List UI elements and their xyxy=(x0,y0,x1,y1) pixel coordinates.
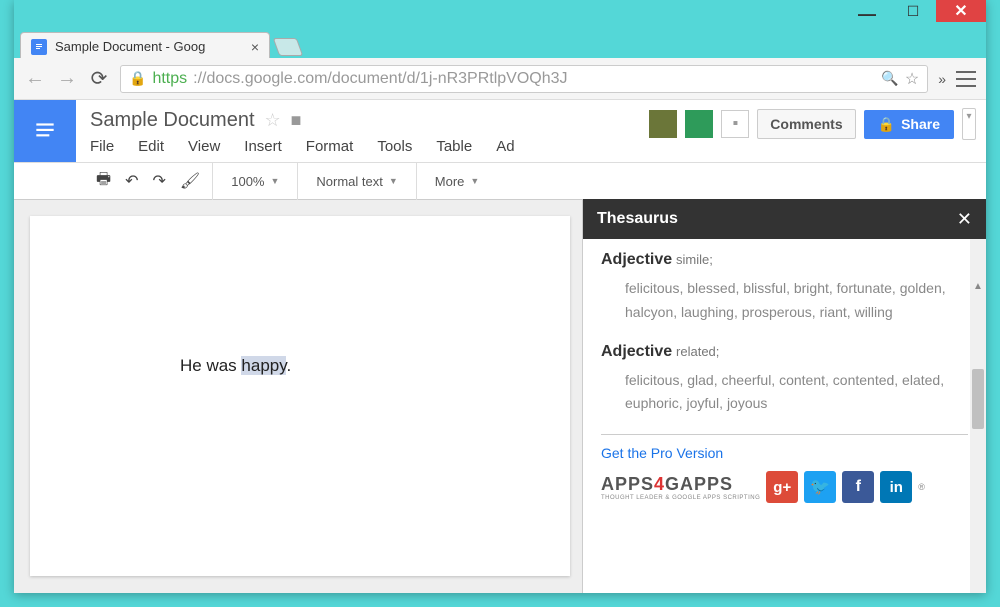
new-tab-button[interactable] xyxy=(273,38,304,56)
lock-share-icon: 🔒 xyxy=(878,116,895,133)
address-bar: ← → ⟳ 🔒 https ://docs.google.com/document… xyxy=(14,58,986,100)
sidebar-close-icon[interactable]: ✕ xyxy=(957,209,972,230)
menu-table[interactable]: Table xyxy=(436,138,472,155)
tab-title: Sample Document - Goog xyxy=(55,39,243,54)
menu-addons[interactable]: Ad xyxy=(496,138,514,155)
menu-format[interactable]: Format xyxy=(306,138,354,155)
forward-button[interactable]: → xyxy=(56,67,78,90)
more-label: More xyxy=(435,174,465,189)
menu-tools[interactable]: Tools xyxy=(377,138,412,155)
google-plus-icon[interactable]: g+ xyxy=(766,471,798,503)
facebook-icon[interactable]: f xyxy=(842,471,874,503)
menu-edit[interactable]: Edit xyxy=(138,138,164,155)
chrome-menu-button[interactable] xyxy=(956,71,976,87)
document-text-highlighted: happy xyxy=(241,356,286,375)
zoom-value: 100% xyxy=(231,174,264,189)
window-minimize-button[interactable]: — xyxy=(844,0,890,22)
menu-file[interactable]: File xyxy=(90,138,114,155)
sidebar-title: Thesaurus xyxy=(597,210,678,228)
url-protocol: https xyxy=(152,70,187,88)
paint-format-icon[interactable]: 🖌 xyxy=(180,171,200,191)
window-titlebar: — ☐ ✕ xyxy=(14,0,986,30)
scroll-up-arrow-icon[interactable]: ▲ xyxy=(973,281,983,291)
lock-icon: 🔒 xyxy=(129,70,146,87)
paragraph-style-selector[interactable]: Normal text▼ xyxy=(310,174,403,189)
thesaurus-entry: Adjective related; felicitous, glad, che… xyxy=(601,343,968,417)
back-button[interactable]: ← xyxy=(24,67,46,90)
browser-tab[interactable]: Sample Document - Goog × xyxy=(20,32,270,60)
more-toolbar-button[interactable]: More▼ xyxy=(429,174,486,189)
window-maximize-button[interactable]: ☐ xyxy=(890,0,936,22)
trademark-symbol: ® xyxy=(918,482,925,492)
url-input[interactable]: 🔒 https ://docs.google.com/document/d/1j-… xyxy=(120,65,928,93)
search-icon[interactable]: 🔍 xyxy=(881,70,898,87)
tab-strip: Sample Document - Goog × xyxy=(14,30,986,60)
docs-favicon xyxy=(31,39,47,55)
share-dropdown[interactable]: ▾ xyxy=(962,108,976,140)
bookmark-star-icon[interactable]: ☆ xyxy=(905,69,919,89)
thesaurus-entry: Adjective simile; felicitous, blessed, b… xyxy=(601,251,968,325)
part-of-speech: Adjective xyxy=(601,251,672,268)
document-title[interactable]: Sample Document xyxy=(90,109,255,132)
zoom-selector[interactable]: 100%▼ xyxy=(225,174,285,189)
url-path: ://docs.google.com/document/d/1j-nR3PRtl… xyxy=(193,70,567,88)
linkedin-icon[interactable]: in xyxy=(880,471,912,503)
style-value: Normal text xyxy=(316,174,382,189)
synonym-list[interactable]: felicitous, blessed, blissful, bright, f… xyxy=(601,269,968,325)
sidebar-body: Adjective simile; felicitous, blessed, b… xyxy=(583,239,986,593)
entry-subtype: related; xyxy=(676,344,719,359)
thesaurus-sidebar: Thesaurus ✕ Adjective simile; felicitous… xyxy=(582,199,986,593)
document-text-after: . xyxy=(286,356,291,375)
print-icon[interactable]: 🖶 xyxy=(96,168,111,195)
docs-header: Sample Document ☆ ■ File Edit View Inser… xyxy=(14,100,986,162)
star-document-icon[interactable]: ☆ xyxy=(265,110,281,131)
browser-window: — ☐ ✕ Sample Document - Goog × ← → ⟳ 🔒 h… xyxy=(14,0,986,593)
docs-toolbar: 🖶 ↶ ↷ 🖌 100%▼ Normal text▼ More▼ xyxy=(14,162,986,200)
move-folder-icon[interactable]: ■ xyxy=(291,110,302,131)
twitter-icon[interactable]: 🐦 xyxy=(804,471,836,503)
document-page[interactable]: He was happy. xyxy=(30,216,570,576)
window-close-button[interactable]: ✕ xyxy=(936,0,986,22)
share-label: Share xyxy=(901,116,940,132)
reload-button[interactable]: ⟳ xyxy=(88,66,110,91)
docs-app: Sample Document ☆ ■ File Edit View Inser… xyxy=(14,100,986,593)
synonym-list[interactable]: felicitous, glad, cheerful, content, con… xyxy=(601,361,968,417)
entry-subtype: simile; xyxy=(676,252,713,267)
redo-icon[interactable]: ↷ xyxy=(153,171,166,191)
apps4gapps-logo[interactable]: APPS4GAPPS THOUGHT LEADER & GOOGLE APPS … xyxy=(601,474,760,501)
comment-bubble-icon[interactable]: ▪ xyxy=(721,110,749,138)
divider xyxy=(601,434,968,435)
menu-view[interactable]: View xyxy=(188,138,220,155)
document-text-before: He was xyxy=(180,356,241,375)
sidebar-header: Thesaurus ✕ xyxy=(583,199,986,239)
scrollbar-thumb[interactable] xyxy=(972,369,984,429)
overflow-chevron-icon[interactable]: » xyxy=(938,71,946,87)
pro-version-link[interactable]: Get the Pro Version xyxy=(601,445,968,461)
collaborator-avatar-1[interactable] xyxy=(649,110,677,138)
comments-button[interactable]: Comments xyxy=(757,109,855,139)
undo-icon[interactable]: ↶ xyxy=(125,171,138,191)
tab-close-icon[interactable]: × xyxy=(251,39,259,55)
share-button[interactable]: 🔒 Share xyxy=(864,110,954,139)
docs-logo[interactable] xyxy=(14,100,76,162)
menu-insert[interactable]: Insert xyxy=(244,138,282,155)
part-of-speech: Adjective xyxy=(601,343,672,360)
collaborator-avatar-2[interactable] xyxy=(685,110,713,138)
